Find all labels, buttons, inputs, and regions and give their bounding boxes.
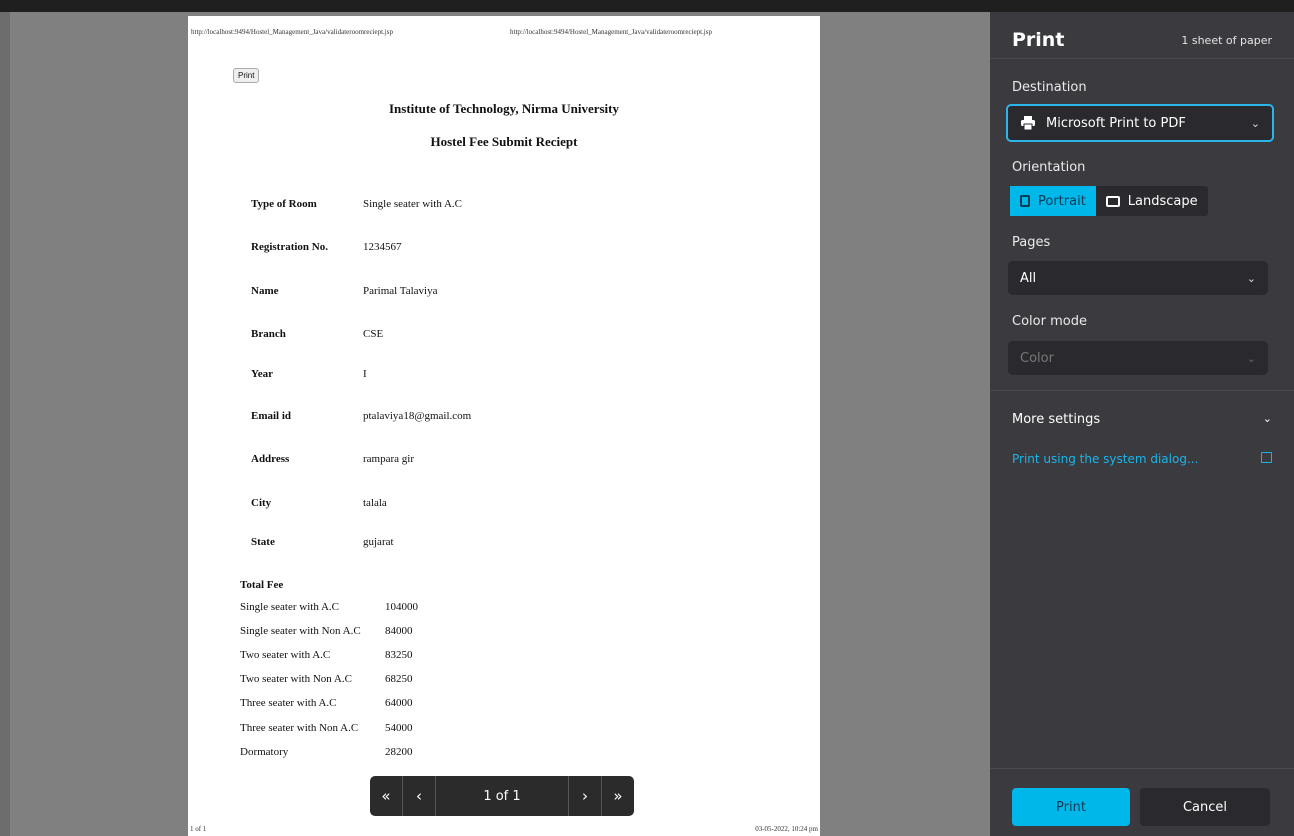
field-value: Parimal Talaviya bbox=[363, 285, 438, 297]
portrait-icon bbox=[1020, 195, 1030, 207]
fee-amount: 84000 bbox=[385, 625, 413, 637]
portrait-option[interactable]: Portrait bbox=[1010, 186, 1096, 216]
cancel-button[interactable]: Cancel bbox=[1140, 788, 1270, 826]
field-value: 1234567 bbox=[363, 241, 402, 253]
chevron-down-icon: ⌄ bbox=[1250, 116, 1260, 130]
printer-icon bbox=[1020, 116, 1036, 131]
landscape-icon bbox=[1105, 195, 1120, 207]
field-label: Name bbox=[251, 285, 279, 297]
page-header-url-right: http://localhost:9494/Hostel_Management_… bbox=[510, 28, 712, 36]
fee-amount: 83250 bbox=[385, 649, 413, 661]
fee-name: Two seater with A.C bbox=[240, 649, 331, 661]
more-settings-toggle[interactable]: More settings ⌄ bbox=[1012, 412, 1272, 427]
field-label: Branch bbox=[251, 328, 286, 340]
more-settings-label: More settings bbox=[1012, 412, 1101, 427]
field-value: CSE bbox=[363, 328, 384, 340]
field-label: City bbox=[251, 497, 272, 509]
field-label: Registration No. bbox=[251, 241, 328, 253]
next-page-button[interactable]: › bbox=[569, 776, 601, 816]
panel-divider bbox=[990, 58, 1294, 59]
chevron-down-icon: ⌄ bbox=[1246, 271, 1256, 285]
panel-divider bbox=[990, 390, 1294, 391]
page-header-url-left: http://localhost:9494/Hostel_Management_… bbox=[191, 28, 393, 36]
preview-page: http://localhost:9494/Hostel_Management_… bbox=[188, 16, 820, 836]
fee-amount: 28200 bbox=[385, 746, 413, 758]
previous-page-button[interactable]: ‹ bbox=[403, 776, 435, 816]
color-mode-select[interactable]: Color ⌄ bbox=[1008, 341, 1268, 375]
page-navigator: « ‹ 1 of 1 › » bbox=[370, 776, 634, 816]
field-label: Type of Room bbox=[251, 198, 317, 210]
fee-amount: 104000 bbox=[385, 601, 418, 613]
field-label: State bbox=[251, 536, 275, 548]
chevron-down-icon: ⌄ bbox=[1246, 351, 1256, 365]
receipt-title: Institute of Technology, Nirma Universit… bbox=[388, 101, 620, 116]
field-value: Single seater with A.C bbox=[363, 198, 462, 210]
sheet-count: 1 sheet of paper bbox=[1181, 34, 1272, 47]
field-label: Address bbox=[251, 453, 290, 465]
orientation-toggle: Portrait Landscape bbox=[1010, 186, 1208, 216]
field-value: I bbox=[363, 368, 367, 380]
field-label: Year bbox=[251, 368, 273, 380]
fee-name: Three seater with A.C bbox=[240, 697, 337, 709]
fee-amount: 54000 bbox=[385, 722, 413, 734]
orientation-label: Orientation bbox=[1012, 160, 1086, 175]
destination-value: Microsoft Print to PDF bbox=[1046, 115, 1186, 131]
last-page-button[interactable]: » bbox=[602, 776, 634, 816]
field-value: talala bbox=[363, 497, 387, 509]
pages-label: Pages bbox=[1012, 235, 1051, 250]
destination-label: Destination bbox=[1012, 80, 1087, 95]
first-page-button[interactable]: « bbox=[370, 776, 402, 816]
fee-name: Single seater with Non A.C bbox=[240, 625, 361, 637]
fee-amount: 68250 bbox=[385, 673, 413, 685]
field-value: ptalaviya18@gmail.com bbox=[363, 410, 472, 422]
print-button[interactable]: Print bbox=[1012, 788, 1130, 826]
background-app-edge bbox=[0, 12, 10, 836]
fee-amount: 64000 bbox=[385, 697, 413, 709]
fee-name: Three seater with Non A.C bbox=[240, 722, 359, 734]
landscape-label: Landscape bbox=[1127, 193, 1198, 209]
field-value: gujarat bbox=[363, 536, 394, 548]
page-print-button: Print bbox=[233, 68, 260, 83]
color-mode-label: Color mode bbox=[1012, 314, 1087, 329]
page-count: 1 of 1 bbox=[483, 788, 521, 804]
pages-select[interactable]: All ⌄ bbox=[1008, 261, 1268, 295]
fee-name: Single seater with A.C bbox=[240, 601, 339, 613]
panel-title: Print bbox=[1012, 29, 1065, 51]
page-footer-date: 03-05-2022, 10:24 pm bbox=[755, 825, 818, 833]
portrait-label: Portrait bbox=[1038, 193, 1086, 209]
fee-heading: Total Fee bbox=[240, 579, 284, 591]
field-label: Email id bbox=[251, 410, 292, 422]
landscape-option[interactable]: Landscape bbox=[1096, 186, 1208, 216]
fee-name: Dormatory bbox=[240, 746, 289, 758]
color-mode-value: Color bbox=[1020, 350, 1054, 366]
receipt-subtitle: Hostel Fee Submit Reciept bbox=[430, 134, 578, 149]
field-value: rampara gir bbox=[363, 453, 414, 465]
chevron-down-icon: ⌄ bbox=[1262, 412, 1272, 425]
print-settings-panel: Print 1 sheet of paper Destination Micro… bbox=[990, 12, 1294, 836]
panel-divider bbox=[990, 768, 1294, 769]
page-footer-count: 1 of 1 bbox=[190, 825, 207, 833]
window-top-strip bbox=[0, 0, 1294, 12]
pages-value: All bbox=[1020, 270, 1037, 286]
fee-name: Two seater with Non A.C bbox=[240, 673, 352, 685]
external-link-icon bbox=[1261, 452, 1272, 463]
destination-select[interactable]: Microsoft Print to PDF ⌄ bbox=[1006, 104, 1274, 142]
system-dialog-label: Print using the system dialog... bbox=[1012, 452, 1199, 466]
system-dialog-link[interactable]: Print using the system dialog... bbox=[1012, 452, 1272, 466]
